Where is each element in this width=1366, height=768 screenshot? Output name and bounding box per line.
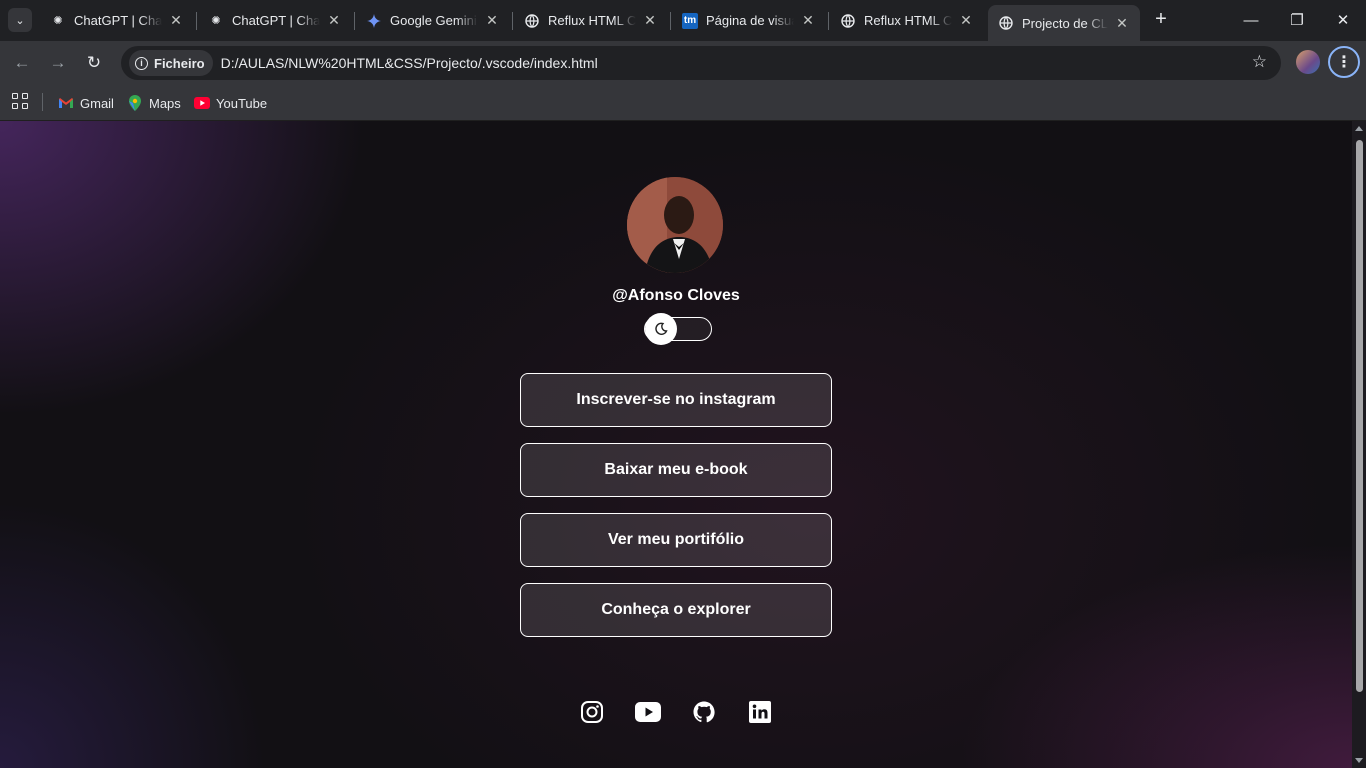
browser-toolbar: ← → ↻ i Ficheiro D:/AULAS/NLW%20HTML&CSS…	[0, 41, 1366, 85]
openai-icon: ✺	[53, 15, 63, 27]
close-icon[interactable]: ✕	[168, 12, 184, 29]
youtube-icon[interactable]	[632, 696, 664, 728]
tab-divider	[512, 12, 513, 30]
instagram-link-button[interactable]: Inscrever-se no instagram	[520, 373, 832, 427]
youtube-icon	[194, 95, 210, 111]
minimize-icon: —	[1243, 11, 1259, 29]
close-icon[interactable]: ✕	[800, 12, 816, 29]
github-icon[interactable]	[688, 696, 720, 728]
globe-icon	[840, 13, 856, 29]
bookmark-maps[interactable]: Maps	[127, 92, 181, 114]
restore-icon: ❐	[1290, 12, 1304, 29]
reload-icon: ↻	[86, 53, 102, 72]
bookmarks-bar: Gmail Maps YouTube	[0, 85, 1366, 121]
address-bar[interactable]: i Ficheiro D:/AULAS/NLW%20HTML&CSS/Proje…	[121, 46, 1281, 80]
reload-button[interactable]: ↻	[80, 49, 108, 77]
portfolio-link-button[interactable]: Ver meu portifólio	[520, 513, 832, 567]
url-text[interactable]: D:/AULAS/NLW%20HTML&CSS/Projecto/.vscode…	[221, 55, 598, 71]
bookmark-label: Gmail	[80, 95, 114, 111]
close-icon[interactable]: ✕	[958, 12, 974, 29]
linkedin-icon[interactable]	[744, 696, 776, 728]
link-list: Inscrever-se no instagram Baixar meu e-b…	[520, 373, 832, 653]
maps-icon	[127, 95, 143, 111]
tab[interactable]: tm Página de visualização ✕	[672, 5, 826, 36]
arrow-right-icon: →	[49, 53, 67, 72]
tab-title: Página de visualização	[706, 13, 794, 28]
tab-title: ChatGPT | Chat com IA	[232, 13, 320, 28]
gemini-icon	[366, 13, 382, 29]
tab-title: Reflux HTML CSS	[548, 13, 636, 28]
openai-icon: ✺	[211, 15, 221, 27]
tab-search-button[interactable]: ⌄	[8, 8, 32, 32]
close-icon[interactable]: ✕	[326, 12, 342, 29]
tab-title: Projecto de CLOVES	[1022, 15, 1108, 31]
globe-icon	[524, 13, 540, 29]
instagram-icon[interactable]	[576, 696, 608, 728]
tab[interactable]: ✺ ChatGPT | Chat com IA ✕	[40, 5, 194, 36]
tab-title: ChatGPT | Chat com IA	[74, 13, 162, 28]
explorer-link-button[interactable]: Conheça o explorer	[520, 583, 832, 637]
tm-icon: tm	[682, 12, 698, 29]
tab-divider	[670, 12, 671, 30]
more-vert-icon: ⋮	[1336, 54, 1352, 71]
bookmark-label: YouTube	[216, 95, 268, 111]
page-content: @Afonso Cloves Inscrever-se no instagram…	[0, 121, 1352, 768]
close-window-button[interactable]: ✕	[1320, 0, 1366, 40]
bookmark-label: Maps	[149, 95, 181, 111]
moon-icon	[655, 322, 668, 335]
info-icon: i	[135, 56, 148, 70]
tab-title: Reflux HTML CSS	[864, 13, 952, 28]
tab-active[interactable]: Projecto de CLOVES ✕	[988, 5, 1140, 41]
theme-toggle-switch[interactable]	[644, 313, 712, 345]
tab[interactable]: Reflux HTML CSS ✕	[830, 5, 984, 36]
back-button[interactable]: ←	[8, 49, 36, 77]
arrow-left-icon: ←	[13, 53, 31, 72]
globe-icon	[998, 15, 1014, 31]
tab[interactable]: ✺ ChatGPT | Chat com IA ✕	[198, 5, 352, 36]
scrollbar-thumb[interactable]	[1356, 140, 1363, 692]
browser-menu-button[interactable]: ⋮	[1328, 46, 1360, 78]
close-icon[interactable]: ✕	[642, 12, 658, 29]
close-icon[interactable]: ✕	[484, 12, 500, 29]
gmail-icon	[58, 95, 74, 111]
vertical-scrollbar[interactable]	[1352, 121, 1366, 768]
apps-grid-icon[interactable]	[12, 93, 28, 109]
tab[interactable]: Google Gemini ✕	[356, 5, 510, 36]
scroll-up-arrow[interactable]	[1355, 126, 1363, 131]
profile-photo	[627, 177, 723, 273]
scheme-label: Ficheiro	[154, 55, 205, 71]
toggle-knob	[645, 313, 677, 345]
scroll-down-arrow[interactable]	[1355, 758, 1363, 763]
tab-divider	[196, 12, 197, 30]
bookmark-gmail[interactable]: Gmail	[58, 92, 114, 114]
site-info-chip[interactable]: i Ficheiro	[129, 50, 213, 76]
close-icon: ✕	[1336, 12, 1350, 29]
new-tab-button[interactable]: +	[1150, 8, 1172, 30]
tab-strip: ⌄ ✺ ChatGPT | Chat com IA ✕ ✺ ChatGPT | …	[0, 0, 1366, 41]
forward-button[interactable]: →	[44, 49, 72, 77]
plus-icon: +	[1155, 7, 1167, 30]
tab-divider	[828, 12, 829, 30]
ebook-link-button[interactable]: Baixar meu e-book	[520, 443, 832, 497]
bookmark-star-icon[interactable]: ☆	[1252, 52, 1267, 72]
bookmark-divider	[42, 93, 43, 111]
tab[interactable]: Reflux HTML CSS ✕	[514, 5, 668, 36]
bookmark-youtube[interactable]: YouTube	[194, 92, 267, 114]
restore-button[interactable]: ❐	[1274, 0, 1320, 40]
profile-avatar[interactable]	[1296, 50, 1320, 74]
profile-handle: @Afonso Cloves	[612, 287, 740, 304]
social-links	[564, 696, 788, 728]
chevron-down-icon: ⌄	[15, 14, 25, 27]
tab-title: Google Gemini	[390, 13, 477, 28]
tab-divider	[354, 12, 355, 30]
minimize-button[interactable]: —	[1228, 0, 1274, 40]
close-icon[interactable]: ✕	[1114, 15, 1130, 31]
